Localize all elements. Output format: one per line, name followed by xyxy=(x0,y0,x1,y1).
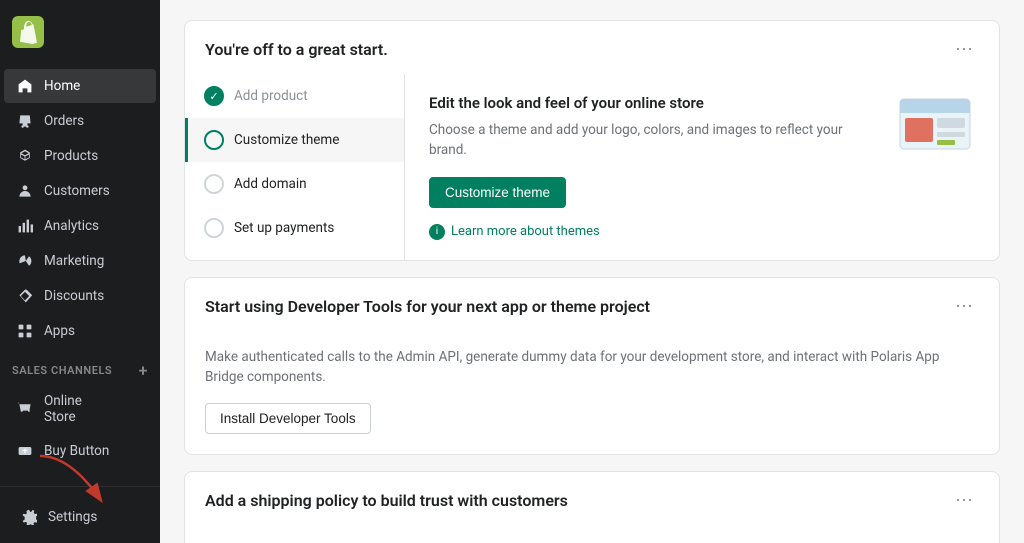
sidebar-item-settings[interactable]: Settings xyxy=(8,500,152,534)
setup-card-header: You're off to a great start. ⋯ xyxy=(185,21,999,74)
setup-active-title: Edit the look and feel of your online st… xyxy=(429,94,879,112)
setup-card: You're off to a great start. ⋯ ✓ Add pro… xyxy=(184,20,1000,261)
info-icon: i xyxy=(429,224,445,240)
sales-channels-section-label: SALES CHANNELS + xyxy=(0,349,160,384)
sidebar-item-products-label: Products xyxy=(44,148,98,164)
setup-top-row: Edit the look and feel of your online st… xyxy=(429,94,975,208)
setup-card-more-button[interactable]: ⋯ xyxy=(949,37,979,62)
dev-tools-card-more-button[interactable]: ⋯ xyxy=(949,294,979,319)
sidebar-item-home-label: Home xyxy=(44,78,80,94)
setup-item-add-domain[interactable]: Add domain xyxy=(185,162,404,206)
learn-more-link[interactable]: i Learn more about themes xyxy=(429,224,975,240)
customers-icon xyxy=(16,182,34,200)
online-store-icon xyxy=(16,400,34,418)
dev-tools-card-body: Make authenticated calls to the Admin AP… xyxy=(185,331,999,455)
install-developer-tools-button[interactable]: Install Developer Tools xyxy=(205,403,371,434)
sidebar-item-customers[interactable]: Customers xyxy=(4,174,156,208)
theme-illustration xyxy=(895,94,975,168)
setup-check-set-up-payments xyxy=(204,218,224,238)
dev-tools-card-header: Start using Developer Tools for your nex… xyxy=(185,278,999,331)
sidebar-item-customers-label: Customers xyxy=(44,183,110,199)
dev-tools-card-title: Start using Developer Tools for your nex… xyxy=(205,297,650,316)
online-store-label: Online Store xyxy=(44,393,116,425)
sidebar-item-online-store[interactable]: Online Store 👁 xyxy=(4,385,156,433)
setup-active-panel: Edit the look and feel of your online st… xyxy=(405,74,999,260)
buy-button-label: Buy Button xyxy=(44,443,109,459)
apps-icon xyxy=(16,322,34,340)
sidebar-item-analytics-label: Analytics xyxy=(44,218,99,234)
setup-item-set-up-payments-label: Set up payments xyxy=(234,220,334,236)
setup-check-customize-theme xyxy=(204,130,224,150)
dev-tools-description: Make authenticated calls to the Admin AP… xyxy=(205,347,979,388)
setup-active-description: Choose a theme and add your logo, colors… xyxy=(429,120,879,161)
main-content: You're off to a great start. ⋯ ✓ Add pro… xyxy=(160,0,1024,543)
sidebar-item-discounts-label: Discounts xyxy=(44,288,104,304)
sidebar-item-products[interactable]: Products xyxy=(4,139,156,173)
setup-item-add-product-label: Add product xyxy=(234,88,308,104)
shipping-policy-card-body: 64% of customers look for shipping costs… xyxy=(185,525,999,543)
sidebar-item-orders[interactable]: Orders xyxy=(4,104,156,138)
setup-item-add-domain-label: Add domain xyxy=(234,176,307,192)
dev-tools-card: Start using Developer Tools for your nex… xyxy=(184,277,1000,456)
discounts-icon xyxy=(16,287,34,305)
home-icon xyxy=(16,77,34,95)
setup-check-add-domain xyxy=(204,174,224,194)
setup-active-content: Edit the look and feel of your online st… xyxy=(429,94,879,208)
sidebar-item-marketing[interactable]: Marketing xyxy=(4,244,156,278)
sidebar-logo xyxy=(0,8,160,68)
sidebar-item-settings-label: Settings xyxy=(48,509,97,525)
setup-item-customize-theme[interactable]: Customize theme xyxy=(185,118,404,162)
setup-card-title: You're off to a great start. xyxy=(205,40,388,59)
setup-card-body: ✓ Add product Customize theme Add domain… xyxy=(185,74,999,260)
sidebar: Home Orders Products Custo xyxy=(0,0,160,543)
sidebar-item-analytics[interactable]: Analytics xyxy=(4,209,156,243)
customize-theme-button[interactable]: Customize theme xyxy=(429,177,566,208)
shipping-policy-card-more-button[interactable]: ⋯ xyxy=(949,488,979,513)
products-icon xyxy=(16,147,34,165)
sidebar-item-buy-button[interactable]: Buy Button xyxy=(4,434,156,468)
shipping-policy-card: Add a shipping policy to build trust wit… xyxy=(184,471,1000,543)
shipping-policy-card-title: Add a shipping policy to build trust wit… xyxy=(205,491,568,510)
add-sales-channel-button[interactable]: + xyxy=(139,361,148,380)
buy-button-icon xyxy=(16,442,34,460)
learn-more-link-label: Learn more about themes xyxy=(451,224,600,239)
marketing-icon xyxy=(16,252,34,270)
setup-item-add-product[interactable]: ✓ Add product xyxy=(185,74,404,118)
sidebar-item-orders-label: Orders xyxy=(44,113,84,129)
sidebar-nav: Home Orders Products Custo xyxy=(0,68,160,486)
setup-check-add-product: ✓ xyxy=(204,86,224,106)
setup-checklist: ✓ Add product Customize theme Add domain… xyxy=(185,74,405,260)
sidebar-item-marketing-label: Marketing xyxy=(44,253,104,269)
shopify-logo-icon xyxy=(12,16,44,48)
shipping-policy-card-header: Add a shipping policy to build trust wit… xyxy=(185,472,999,525)
orders-icon xyxy=(16,112,34,130)
sidebar-item-discounts[interactable]: Discounts xyxy=(4,279,156,313)
theme-illustration-svg xyxy=(895,94,975,164)
setup-item-customize-theme-label: Customize theme xyxy=(234,132,339,148)
sidebar-item-apps[interactable]: Apps xyxy=(4,314,156,348)
sidebar-item-home[interactable]: Home xyxy=(4,69,156,103)
analytics-icon xyxy=(16,217,34,235)
setup-item-set-up-payments[interactable]: Set up payments xyxy=(185,206,404,250)
sidebar-bottom: Settings xyxy=(0,486,160,543)
settings-icon xyxy=(20,508,38,526)
sidebar-item-apps-label: Apps xyxy=(44,323,75,339)
